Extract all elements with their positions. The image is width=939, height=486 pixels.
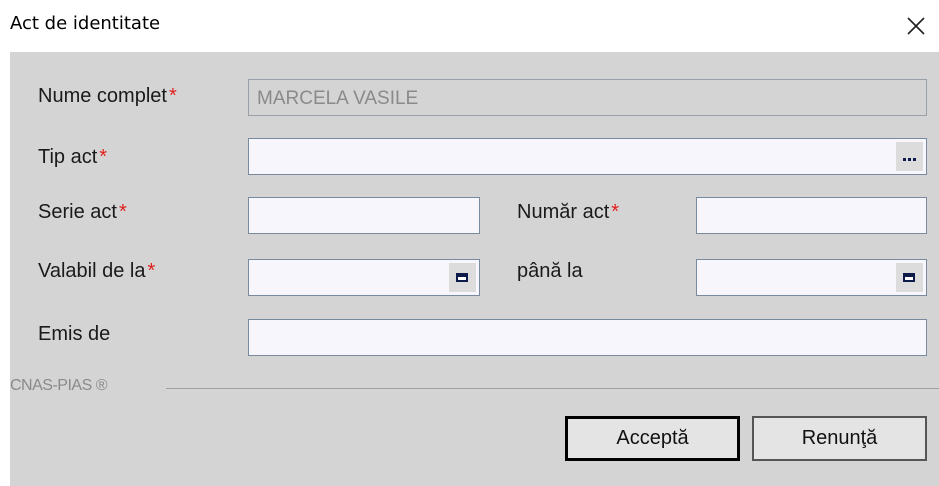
full-name-label: Nume complet * bbox=[38, 85, 177, 108]
full-name-value: MARCELA VASILE bbox=[257, 88, 419, 109]
calendar-icon bbox=[903, 273, 915, 282]
valid-to-label: până la bbox=[517, 260, 583, 283]
doc-series-field[interactable] bbox=[248, 197, 480, 234]
doc-series-label: Serie act * bbox=[38, 201, 127, 224]
valid-to-label-text: până la bbox=[517, 260, 583, 282]
title-bar: Act de identitate bbox=[0, 0, 939, 50]
required-asterisk: * bbox=[611, 201, 620, 223]
valid-from-label-text: Valabil de la bbox=[38, 260, 146, 282]
required-asterisk: * bbox=[118, 201, 127, 223]
issued-by-label-text: Emis de bbox=[38, 323, 111, 345]
doc-series-label-text: Serie act bbox=[38, 201, 117, 223]
ellipsis-icon bbox=[902, 158, 918, 162]
valid-from-label: Valabil de la * bbox=[38, 260, 155, 283]
valid-from-date-picker-button[interactable] bbox=[449, 263, 476, 292]
footer-divider bbox=[166, 388, 939, 389]
brand-label: CNAS-PIAS ® bbox=[10, 377, 107, 394]
valid-to-date-picker-button[interactable] bbox=[896, 263, 923, 292]
valid-from-field[interactable] bbox=[248, 259, 480, 296]
required-asterisk: * bbox=[147, 260, 156, 282]
accept-button[interactable]: Acceptă bbox=[565, 416, 740, 461]
calendar-icon bbox=[456, 273, 468, 282]
required-asterisk: * bbox=[168, 85, 177, 107]
doc-type-field[interactable] bbox=[248, 138, 927, 175]
required-asterisk: * bbox=[99, 146, 108, 168]
doc-number-label-text: Număr act bbox=[517, 201, 610, 223]
doc-type-label: Tip act * bbox=[38, 146, 107, 169]
dialog-title: Act de identitate bbox=[10, 13, 161, 34]
full-name-label-text: Nume complet bbox=[38, 85, 167, 107]
doc-type-picker-button[interactable] bbox=[896, 142, 923, 171]
valid-to-field[interactable] bbox=[696, 259, 927, 296]
close-icon[interactable] bbox=[906, 16, 926, 36]
issued-by-field[interactable] bbox=[248, 319, 927, 356]
full-name-field[interactable]: MARCELA VASILE bbox=[248, 79, 927, 116]
doc-number-field[interactable] bbox=[696, 197, 927, 234]
doc-type-label-text: Tip act bbox=[38, 146, 98, 168]
issued-by-label: Emis de bbox=[38, 323, 110, 346]
cancel-button[interactable]: Renunţă bbox=[752, 416, 927, 461]
doc-number-label: Număr act * bbox=[517, 201, 619, 224]
